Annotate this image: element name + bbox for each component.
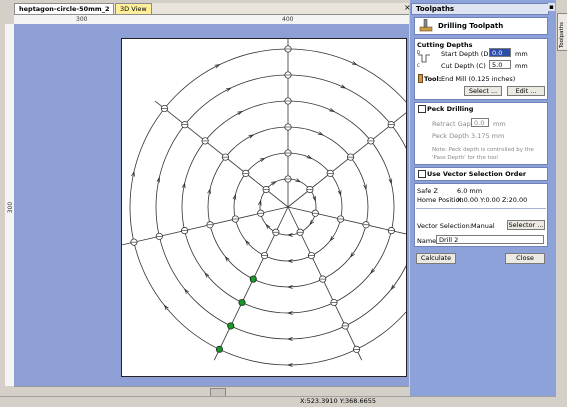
retract-gap-unit: mm: [493, 120, 506, 128]
safe-z-label: Safe Z: [417, 187, 438, 195]
drawing-canvas[interactable]: [14, 24, 409, 386]
peck-depth-value: 3.175 mm: [471, 132, 505, 140]
selector-button[interactable]: Selector ...: [507, 220, 545, 230]
retract-gap-input[interactable]: 0.0: [471, 118, 489, 127]
selected-point-marker: [250, 276, 257, 282]
calculate-button[interactable]: Calculate: [416, 253, 456, 264]
home-position-value: X:0.00 Y:0.00 Z:20.00: [457, 196, 528, 204]
drill-point-marker: [408, 105, 409, 111]
drill-icon: [419, 19, 433, 32]
start-depth-label: Start Depth (D): [441, 50, 491, 58]
toolpath-circle: [129, 48, 406, 366]
peck-drilling-checkbox[interactable]: [418, 105, 426, 113]
toolpath-spoke: [287, 206, 406, 235]
ruler-label: 300: [76, 16, 88, 23]
cut-depth-input[interactable]: 5.0: [489, 60, 511, 69]
selected-point-marker: [239, 299, 245, 306]
toolpath-name-input[interactable]: Drill 2: [436, 235, 544, 244]
edit-tool-button[interactable]: Edit ...: [507, 86, 545, 96]
vector-selection-label: Vector Selection:: [417, 222, 472, 230]
cut-depth-label: Cut Depth (C): [441, 62, 486, 70]
side-tab-strip: [556, 0, 567, 406]
side-tab-label: Toolpaths: [559, 21, 565, 48]
cut-depth-unit: mm: [515, 62, 528, 70]
tool-icon: [418, 74, 423, 83]
toolpath-drawing[interactable]: [14, 24, 409, 386]
tab-3d-view[interactable]: 3D View: [115, 3, 152, 14]
toolpath-circle: [155, 74, 406, 340]
svg-text:C: C: [417, 63, 420, 68]
tool-label: Tool:: [424, 75, 442, 83]
peck-drilling-title: Peck Drilling: [427, 105, 474, 113]
close-button[interactable]: Close: [505, 253, 545, 264]
retract-gap-label: Retract Gap: [432, 120, 471, 128]
select-tool-button[interactable]: Select ...: [464, 86, 502, 96]
start-depth-input[interactable]: 0.0: [489, 48, 511, 57]
selected-point-marker: [216, 346, 223, 353]
vector-order-label: Use Vector Selection Order: [427, 170, 527, 178]
status-bar: [0, 396, 567, 407]
document-tab[interactable]: heptagon-circle-50mm_2: [14, 3, 115, 14]
divider: [416, 208, 546, 209]
peck-note: 'Pass Depth' for the tool: [432, 155, 498, 161]
peck-depth-label: Peck Depth: [432, 132, 469, 140]
toolpath-title: Drilling Toolpath: [438, 22, 504, 30]
vector-order-checkbox[interactable]: [418, 170, 426, 178]
toolpath-spoke: [287, 112, 406, 208]
vector-selection-value: Manual: [471, 222, 495, 230]
cursor-coordinates: X:523.3910 Y:368.6655: [300, 397, 377, 405]
safe-z-value: 6.0 mm: [457, 187, 483, 195]
ruler-label: 400: [282, 16, 294, 23]
tool-value: End Mill (0.125 inches): [441, 75, 516, 83]
peck-note: Note: Peck depth is controlled by the: [432, 147, 534, 153]
start-depth-unit: mm: [515, 50, 528, 58]
panel-title: Toolpaths: [411, 3, 549, 15]
svg-text:D: D: [417, 50, 420, 55]
cutting-depths-title: Cutting Depths: [417, 41, 473, 49]
tab-toolpaths-side[interactable]: Toolpaths: [557, 13, 567, 51]
selected-point-marker: [227, 323, 234, 329]
depth-diagram-icon: D C: [417, 50, 430, 68]
pin-icon[interactable]: ▪: [548, 3, 555, 11]
